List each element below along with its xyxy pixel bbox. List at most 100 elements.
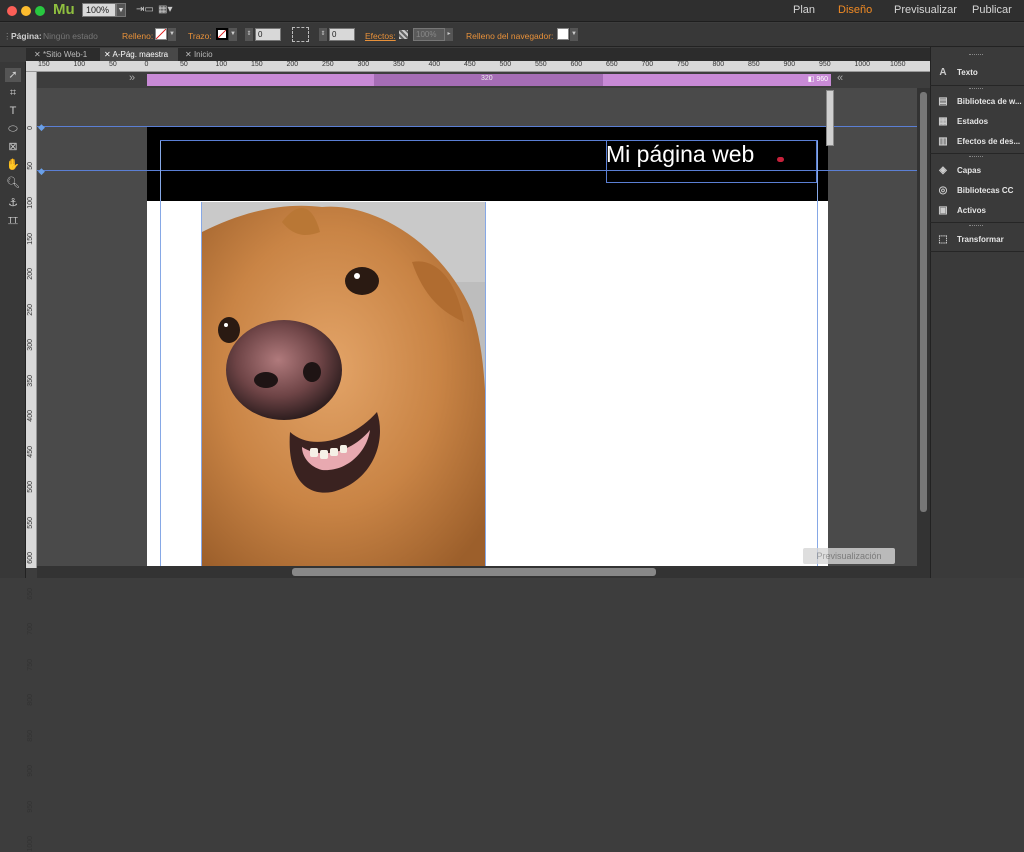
mode-design[interactable]: Diseño	[838, 4, 872, 16]
panel-grip-icon[interactable]	[969, 156, 983, 158]
opacity-slider-icon[interactable]: ▸	[445, 28, 453, 41]
stroke-width-input[interactable]: 0	[255, 28, 281, 41]
fill-dropdown-chevron-icon[interactable]: ▼	[168, 28, 176, 41]
preview-button[interactable]: Previsualización	[803, 548, 895, 564]
anchor-tool-icon[interactable]: ⚓︎	[5, 196, 21, 210]
panel-states[interactable]: ▦ Estados	[930, 113, 1024, 131]
browser-fill-chevron-icon[interactable]: ▼	[570, 28, 578, 41]
view-options-icon[interactable]: ▦▾	[158, 4, 172, 15]
horizontal-guide[interactable]	[37, 170, 917, 171]
close-tab-icon[interactable]: ✕	[185, 50, 194, 59]
page-state-value[interactable]: Ningún estado	[43, 31, 98, 41]
minimize-window-button[interactable]	[21, 6, 31, 16]
stroke-label[interactable]: Trazo:	[188, 31, 212, 41]
ruler-tick-label: 200	[27, 268, 34, 280]
breakpoint-max-label[interactable]: ◧ 960	[800, 75, 828, 85]
mode-preview[interactable]: Previsualizar	[894, 4, 957, 16]
vertical-guide[interactable]	[160, 140, 161, 567]
mode-publish[interactable]: Publicar	[972, 4, 1012, 16]
breakpoint-right-arrows-icon[interactable]: «	[837, 72, 843, 84]
browser-fill-label[interactable]: Relleno del navegador:	[466, 31, 553, 41]
vertical-ruler: 0 50 100 150 200 250 300 350 400 450 500 550 600 650 7…	[26, 72, 37, 852]
dog-photo[interactable]	[202, 202, 485, 567]
hand-tool-icon[interactable]: ✋	[5, 158, 21, 172]
zoom-level-input[interactable]: 100%	[82, 3, 116, 17]
close-tab-icon[interactable]: ✕	[34, 50, 43, 59]
ruler-tick-label: 700	[27, 623, 34, 635]
opacity-icon	[399, 30, 408, 39]
tab-home[interactable]: ✕ Inicio	[181, 48, 217, 61]
corner-radius-icon[interactable]	[292, 27, 309, 42]
browser-fill-swatch[interactable]	[557, 28, 569, 40]
ruler-tick-label: 600	[27, 552, 34, 564]
effects-label[interactable]: Efectos:	[365, 31, 396, 41]
tab-master-page[interactable]: ✕ A-Pág. maestra	[100, 48, 178, 61]
ruler-tick-label: 1000	[27, 836, 34, 852]
tab-site-web[interactable]: ✕ *Sitio Web-1	[30, 48, 91, 61]
panel-grip-icon[interactable]	[969, 88, 983, 90]
site-title[interactable]: Mi página web	[606, 141, 754, 168]
ellipse-tool-icon[interactable]: ⬭	[5, 122, 21, 136]
page-height-handle[interactable]	[826, 90, 834, 146]
panel-assets[interactable]: ▣ Activos	[930, 202, 1024, 220]
transform-icon: ⬚	[938, 234, 948, 245]
text-tool-icon[interactable]: T	[5, 104, 21, 118]
stroke-stepper[interactable]: ⇕	[245, 28, 253, 41]
panel-scroll-effects[interactable]: ▥ Efectos de des...	[930, 133, 1024, 151]
panel-cc-libraries[interactable]: ◎ Bibliotecas CC	[930, 182, 1024, 200]
ruler-tick-label: 350	[393, 61, 405, 68]
breakpoint-handle-icon: ◧	[807, 76, 815, 83]
widgets-library-icon: ▤	[938, 96, 948, 107]
ruler-tick-label: 1050	[890, 61, 906, 68]
crop-tool-icon[interactable]: ⌗	[5, 86, 21, 100]
panel-grip-icon[interactable]	[969, 225, 983, 227]
ruler-tick-label: 950	[819, 61, 831, 68]
ruler-tick-label: 0	[144, 61, 149, 68]
ruler-tick-label: 750	[677, 61, 689, 68]
horizontal-scroll-thumb[interactable]	[292, 568, 656, 576]
mode-plan[interactable]: Plan	[793, 4, 815, 16]
corner-stepper[interactable]: ⇕	[319, 28, 327, 41]
zoom-tool-icon[interactable]: 🔍︎	[5, 176, 21, 190]
layers-icon: ◈	[939, 165, 947, 176]
panel-widgets-library[interactable]: ▤ Biblioteca de w...	[930, 93, 1024, 111]
opacity-input[interactable]: 100%	[413, 28, 445, 41]
close-window-button[interactable]	[7, 6, 17, 16]
horizontal-guide[interactable]	[37, 126, 917, 127]
margin-guide-top	[160, 140, 818, 141]
selection-tool-icon[interactable]: ➚	[5, 68, 21, 82]
panel-text[interactable]: A Texto	[930, 64, 1024, 82]
ruler-tick-label: 800	[712, 61, 725, 68]
zoom-dropdown-chevron-icon[interactable]: ▼	[116, 3, 126, 17]
goto-page-icon[interactable]: ⇥▭	[136, 4, 154, 15]
fill-label[interactable]: Relleno:	[122, 31, 153, 41]
breakpoint-left-arrows-icon[interactable]: »	[129, 72, 135, 84]
image-frame-edge	[485, 202, 486, 567]
document-tabs: ✕ *Sitio Web-1 ✕ A-Pág. maestra ✕ Inicio	[26, 48, 930, 61]
panel-transform[interactable]: ⬚ Transformar	[930, 231, 1024, 249]
corner-radius-input[interactable]: 0	[329, 28, 355, 41]
ruler-tick-label: 50	[180, 61, 188, 68]
cc-libraries-icon: ◎	[938, 185, 948, 196]
vertical-scroll-thumb[interactable]	[920, 92, 927, 512]
ruler-tick-label: 900	[27, 765, 34, 777]
rectangle-tool-icon[interactable]: ⊠	[5, 140, 21, 154]
vertical-guide[interactable]	[817, 140, 818, 567]
ruler-tick-label: 50	[109, 61, 117, 68]
zoom-window-button[interactable]	[35, 6, 45, 16]
assets-icon: ▣	[938, 205, 948, 216]
ruler-tick-label: 0	[27, 126, 34, 130]
control-bar: ⋮ Página: Ningún estado Relleno: ▼ Trazo…	[0, 23, 1024, 47]
ruler-tick-label: 850	[27, 729, 34, 742]
stroke-color-swatch[interactable]	[216, 28, 228, 40]
fill-color-swatch[interactable]	[155, 28, 167, 40]
stroke-fill-swap-icon[interactable]: T̲T̲	[5, 214, 21, 228]
panel-layers[interactable]: ◈ Capas	[930, 162, 1024, 180]
breakpoint-mid-label: 320	[481, 75, 493, 82]
guide-marker-icon[interactable]: ◆	[38, 122, 45, 133]
ruler-tick-label: 150	[27, 232, 34, 245]
guide-marker-icon[interactable]: ◆	[38, 166, 45, 177]
panel-grip-icon[interactable]	[969, 54, 983, 56]
stroke-dropdown-chevron-icon[interactable]: ▼	[229, 28, 237, 41]
ruler-tick-label: 750	[27, 658, 34, 671]
